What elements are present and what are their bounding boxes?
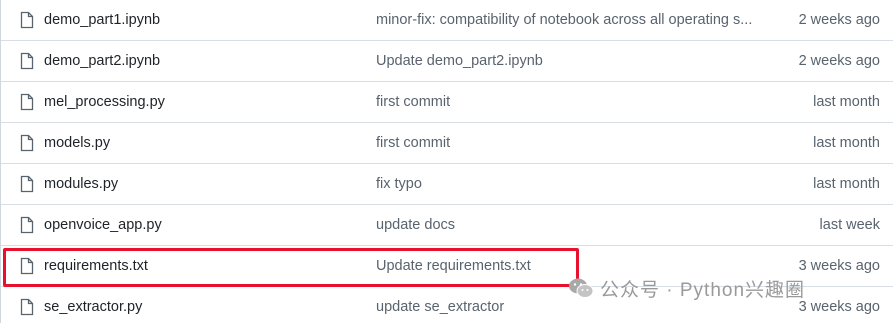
file-row-openvoice-app[interactable]: openvoice_app.py update docs last week xyxy=(1,205,893,246)
file-name-link[interactable]: demo_part1.ipynb xyxy=(44,0,160,40)
commit-age: last month xyxy=(813,176,880,192)
file-row-demo-part2[interactable]: demo_part2.ipynb Update demo_part2.ipynb… xyxy=(1,41,893,82)
file-icon xyxy=(20,134,34,152)
watermark-text: 公众号 · Python兴趣圈 xyxy=(600,279,806,301)
file-name-link[interactable]: requirements.txt xyxy=(44,246,148,286)
commit-age: last month xyxy=(813,94,880,110)
commit-message-link[interactable]: update docs xyxy=(376,205,761,245)
file-row-modules[interactable]: modules.py fix typo last month xyxy=(1,164,893,205)
commit-message-link[interactable]: minor-fix: compatibility of notebook acr… xyxy=(376,0,761,40)
commit-age: last week xyxy=(819,217,880,233)
commit-age: 3 weeks ago xyxy=(798,299,880,315)
file-icon xyxy=(20,11,34,29)
file-row-models[interactable]: models.py first commit last month xyxy=(1,123,893,164)
file-icon xyxy=(20,216,34,234)
file-icon xyxy=(20,298,34,316)
file-row-demo-part1[interactable]: demo_part1.ipynb minor-fix: compatibilit… xyxy=(1,0,893,41)
commit-message-link[interactable]: first commit xyxy=(376,82,761,122)
file-icon xyxy=(20,175,34,193)
commit-age: 2 weeks ago xyxy=(798,53,880,69)
wechat-logo-icon xyxy=(569,278,594,298)
watermark: 公众号 · Python兴趣圈 xyxy=(568,276,806,301)
file-name-link[interactable]: se_extractor.py xyxy=(44,287,142,327)
file-name-link[interactable]: modules.py xyxy=(44,164,118,204)
file-name-link[interactable]: openvoice_app.py xyxy=(44,205,162,245)
commit-age: last month xyxy=(813,135,880,151)
file-name-link[interactable]: models.py xyxy=(44,123,110,163)
file-name-link[interactable]: demo_part2.ipynb xyxy=(44,41,160,81)
file-icon xyxy=(20,257,34,275)
commit-message-link[interactable]: Update demo_part2.ipynb xyxy=(376,41,761,81)
commit-message-link[interactable]: first commit xyxy=(376,123,761,163)
file-icon xyxy=(20,93,34,111)
commit-age: 3 weeks ago xyxy=(798,258,880,274)
file-icon xyxy=(20,52,34,70)
commit-message-link[interactable]: fix typo xyxy=(376,164,761,204)
commit-age: 2 weeks ago xyxy=(798,12,880,28)
file-name-link[interactable]: mel_processing.py xyxy=(44,82,165,122)
file-row-mel-processing[interactable]: mel_processing.py first commit last mont… xyxy=(1,82,893,123)
